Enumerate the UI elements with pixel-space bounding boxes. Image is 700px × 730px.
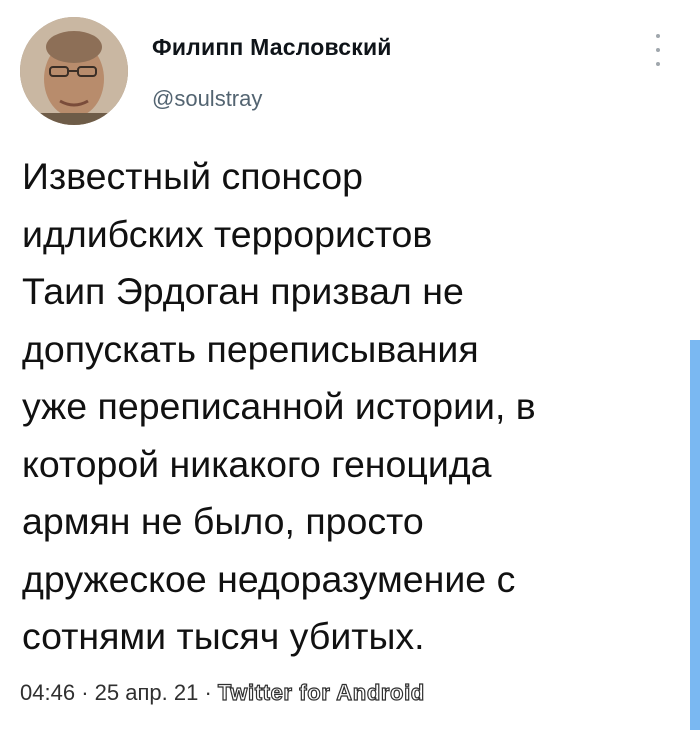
tweet-text-line: сотнями тысяч убитых. <box>22 615 425 657</box>
tweet-text-line: дружеское недоразумение с <box>22 557 516 600</box>
tweet-text: Известный спонсор идлибских террористов … <box>22 148 682 666</box>
more-dot <box>656 62 660 66</box>
tweet-text-line: идлибских террористов <box>22 212 433 255</box>
more-vertical-icon[interactable] <box>648 34 668 66</box>
avatar-photo <box>20 17 128 125</box>
avatar[interactable] <box>20 17 128 125</box>
tweet-time[interactable]: 04:46 <box>20 680 75 705</box>
tweet-meta: 04:46 · 25 апр. 21 · Twitter for Android <box>20 679 425 706</box>
tweet-text-line: уже переписанной истории, в <box>22 385 536 427</box>
author-handle[interactable]: @soulstray <box>152 86 262 112</box>
more-dot <box>656 48 660 52</box>
tweet-text-line: допускать переписывания <box>22 327 479 370</box>
more-dot <box>656 34 660 38</box>
meta-separator: · <box>204 680 212 705</box>
tweet-text-line: Известный спонсор <box>22 155 363 197</box>
tweet-date[interactable]: 25 апр. 21 <box>95 680 199 705</box>
tweet-text-line: Таип Эрдоган призвал не <box>22 270 464 312</box>
meta-separator: · <box>81 680 89 705</box>
tweet-text-line: армян не было, просто <box>22 500 424 542</box>
scroll-indicator[interactable] <box>690 340 700 730</box>
tweet-source[interactable]: Twitter for Android <box>217 679 425 705</box>
tweet-text-line: которой никакого геноцида <box>22 442 492 485</box>
author-name[interactable]: Филипп Масловский <box>152 34 392 61</box>
